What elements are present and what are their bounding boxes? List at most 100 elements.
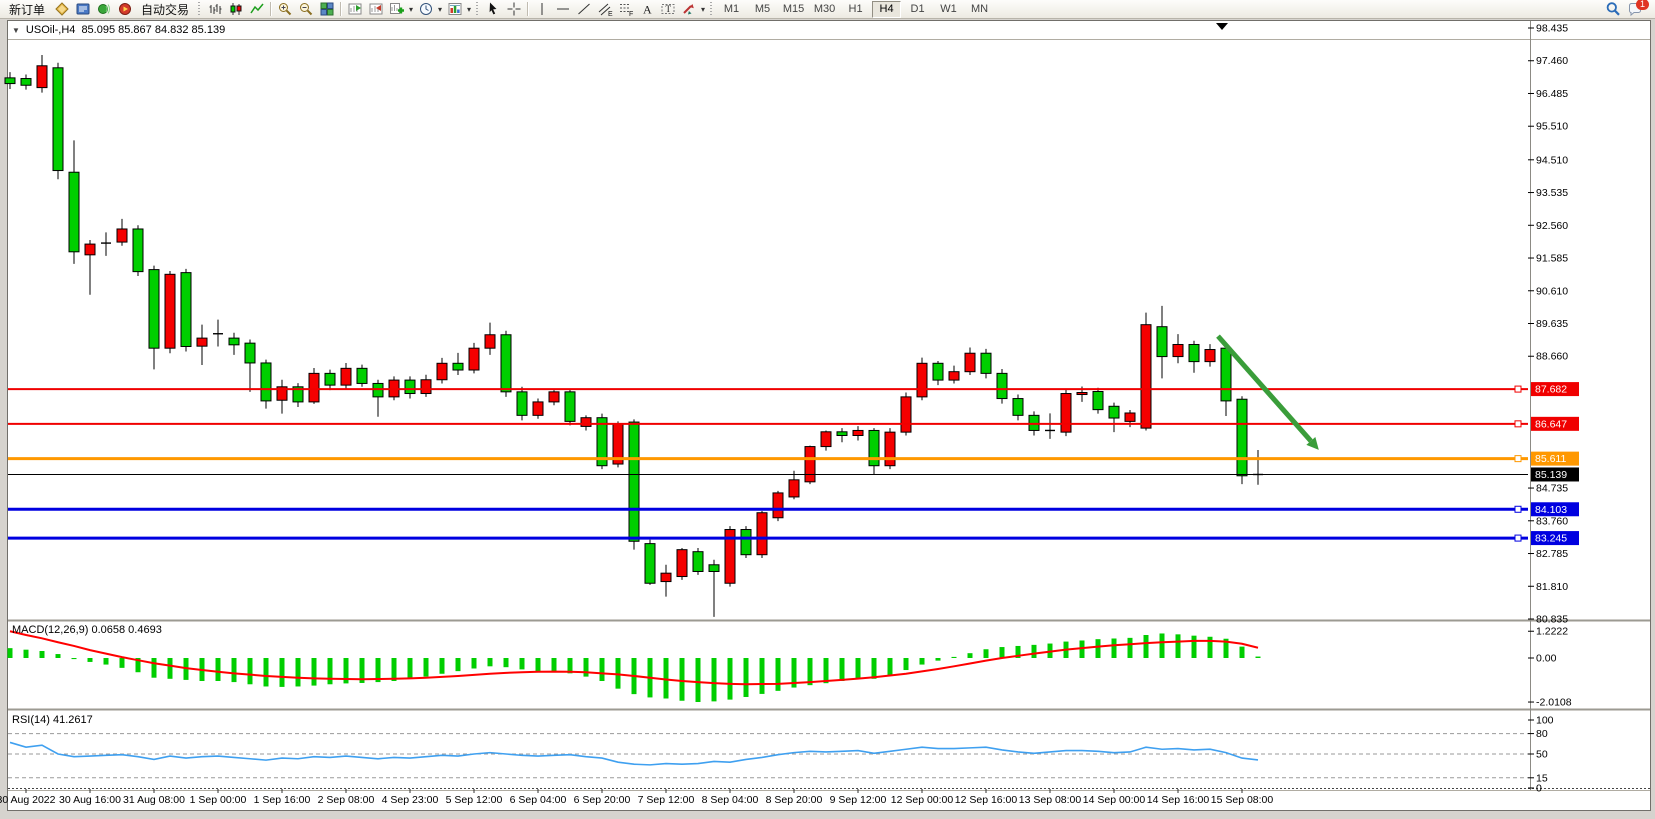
chart-canvas[interactable]: 98.43597.46096.48595.51094.51093.53592.5… <box>0 0 1655 819</box>
svg-text:90.610: 90.610 <box>1536 285 1568 297</box>
svg-text:95.510: 95.510 <box>1536 121 1568 133</box>
svg-text:31 Aug 08:00: 31 Aug 08:00 <box>123 794 185 806</box>
hline-icon[interactable] <box>552 1 573 18</box>
svg-text:2 Sep 08:00: 2 Sep 08:00 <box>318 794 375 806</box>
svg-text:15 Sep 08:00: 15 Sep 08:00 <box>1211 794 1274 806</box>
svg-text:84.735: 84.735 <box>1536 483 1568 495</box>
timeframe-button-d1[interactable]: D1 <box>903 1 932 18</box>
svg-text:88.660: 88.660 <box>1536 351 1568 363</box>
svg-text:92.560: 92.560 <box>1536 220 1568 232</box>
svg-text:8 Sep 04:00: 8 Sep 04:00 <box>702 794 759 806</box>
new-chart-icon[interactable] <box>386 1 407 18</box>
chart-title-bar: ▼ USOil-,H4 85.095 85.867 84.832 85.139 <box>12 24 225 36</box>
candle-chart-icon[interactable] <box>225 1 246 18</box>
svg-text:50: 50 <box>1536 749 1548 761</box>
svg-text:1 Sep 16:00: 1 Sep 16:00 <box>254 794 311 806</box>
toolbar-separator <box>270 2 271 16</box>
svg-text:-2.0108: -2.0108 <box>1536 697 1572 709</box>
label-icon[interactable]: T <box>657 1 678 18</box>
timeframe-button-m30[interactable]: M30 <box>810 1 839 18</box>
autotrading-icon[interactable] <box>114 1 135 18</box>
toolbar-grip[interactable] <box>709 2 714 16</box>
svg-text:9 Sep 12:00: 9 Sep 12:00 <box>830 794 887 806</box>
svg-text:85.611: 85.611 <box>1535 453 1566 465</box>
main-toolbar: 新订单 自动交易 ▾ ▾ ▾ E F A T ▾ M1M5M15M30H1H4D1W1MN 1 <box>0 0 1655 19</box>
svg-text:13 Sep 08:00: 13 Sep 08:00 <box>1019 794 1082 806</box>
timeframe-button-m1[interactable]: M1 <box>717 1 746 18</box>
arrows-icon[interactable] <box>678 1 699 18</box>
svg-text:6 Sep 04:00: 6 Sep 04:00 <box>510 794 567 806</box>
svg-text:1 Sep 00:00: 1 Sep 00:00 <box>190 794 247 806</box>
chat-badge: 1 <box>1636 0 1649 10</box>
vline-icon[interactable] <box>531 1 552 18</box>
svg-text:14 Sep 16:00: 14 Sep 16:00 <box>1147 794 1210 806</box>
zoom-out-icon[interactable] <box>295 1 316 18</box>
bar-chart-icon[interactable] <box>204 1 225 18</box>
new-order-icon[interactable] <box>51 1 72 18</box>
dropdown-caret-icon[interactable]: ▾ <box>465 5 473 14</box>
search-icon[interactable] <box>1602 1 1623 18</box>
svg-text:12 Sep 16:00: 12 Sep 16:00 <box>955 794 1018 806</box>
svg-text:93.535: 93.535 <box>1536 187 1568 199</box>
timeframe-button-w1[interactable]: W1 <box>934 1 963 18</box>
svg-text:84.103: 84.103 <box>1535 504 1567 516</box>
line-chart-icon[interactable] <box>246 1 267 18</box>
svg-text:0.00: 0.00 <box>1536 653 1557 665</box>
toolbar-separator <box>527 2 528 16</box>
svg-text:86.647: 86.647 <box>1535 418 1567 430</box>
svg-text:96.485: 96.485 <box>1536 88 1568 100</box>
svg-text:82.785: 82.785 <box>1536 548 1568 560</box>
fibo-icon[interactable]: F <box>615 1 636 18</box>
svg-text:0: 0 <box>1536 783 1542 795</box>
svg-text:80: 80 <box>1536 728 1548 740</box>
timeframe-button-mn[interactable]: MN <box>965 1 994 18</box>
chart-ohlc-values: 85.095 85.867 84.832 85.139 <box>81 24 225 36</box>
trendline-icon[interactable] <box>573 1 594 18</box>
chart-symbol-period: USOil-,H4 <box>26 24 76 36</box>
svg-text:98.435: 98.435 <box>1536 23 1568 35</box>
crosshair-icon[interactable] <box>503 1 524 18</box>
periods-icon[interactable] <box>415 1 436 18</box>
timeframe-button-m5[interactable]: M5 <box>748 1 777 18</box>
svg-text:83.760: 83.760 <box>1536 515 1568 527</box>
rsi-indicator-label: RSI(14) 41.2617 <box>12 714 93 726</box>
svg-text:5 Sep 12:00: 5 Sep 12:00 <box>446 794 503 806</box>
toolbar-separator <box>340 2 341 16</box>
toolbar-grip[interactable] <box>475 2 480 16</box>
svg-text:7 Sep 12:00: 7 Sep 12:00 <box>638 794 695 806</box>
svg-text:A: A <box>643 3 652 17</box>
svg-text:T: T <box>665 4 671 14</box>
toolbar-grip[interactable] <box>197 2 202 16</box>
timeframe-button-h4[interactable]: H4 <box>872 1 901 18</box>
sound-icon[interactable] <box>93 1 114 18</box>
svg-text:14 Sep 00:00: 14 Sep 00:00 <box>1083 794 1146 806</box>
svg-text:80.835: 80.835 <box>1536 614 1568 626</box>
data-window-icon[interactable] <box>72 1 93 18</box>
svg-text:83.245: 83.245 <box>1535 533 1567 545</box>
cursor-icon[interactable] <box>482 1 503 18</box>
new-order-button[interactable]: 新订单 <box>3 1 51 18</box>
dropdown-caret-icon[interactable]: ▾ <box>436 5 444 14</box>
svg-text:12 Sep 00:00: 12 Sep 00:00 <box>891 794 954 806</box>
next-chart-icon[interactable] <box>365 1 386 18</box>
prev-chart-icon[interactable] <box>344 1 365 18</box>
svg-text:100: 100 <box>1536 715 1554 727</box>
text-icon[interactable]: A <box>636 1 657 18</box>
channel-icon[interactable]: E <box>594 1 615 18</box>
autotrading-button[interactable]: 自动交易 <box>135 1 195 18</box>
svg-text:30 Aug 2022: 30 Aug 2022 <box>0 794 56 806</box>
tile-windows-icon[interactable] <box>316 1 337 18</box>
svg-text:97.460: 97.460 <box>1536 55 1568 67</box>
collapse-chart-icon[interactable]: ▼ <box>12 26 20 35</box>
timeframe-button-m15[interactable]: M15 <box>779 1 808 18</box>
templates-icon[interactable] <box>444 1 465 18</box>
zoom-in-icon[interactable] <box>274 1 295 18</box>
svg-text:8 Sep 20:00: 8 Sep 20:00 <box>766 794 823 806</box>
dropdown-caret-icon[interactable]: ▾ <box>407 5 415 14</box>
chat-button[interactable]: 1 <box>1623 1 1647 18</box>
svg-text:87.682: 87.682 <box>1535 384 1567 396</box>
timeframe-button-h1[interactable]: H1 <box>841 1 870 18</box>
dropdown-caret-icon[interactable]: ▾ <box>699 5 707 14</box>
svg-text:4 Sep 23:00: 4 Sep 23:00 <box>382 794 439 806</box>
svg-text:F: F <box>629 11 633 17</box>
